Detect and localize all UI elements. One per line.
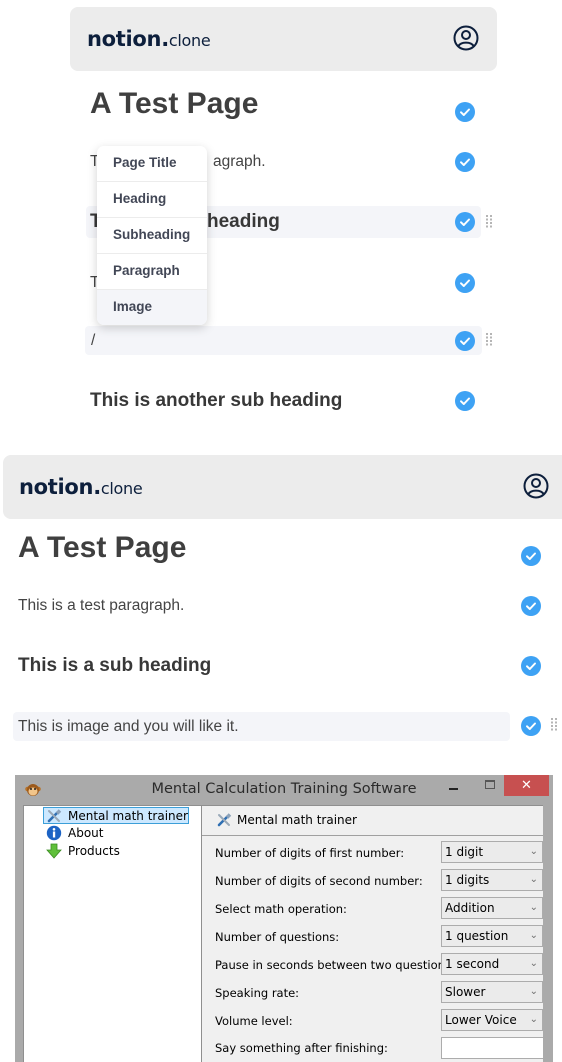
close-button[interactable]: ✕ — [504, 775, 549, 796]
window-title: Mental Calculation Training Software — [151, 781, 417, 797]
paragraph-block[interactable]: This is image and you will like it. — [18, 718, 239, 736]
chevron-down-icon: ⌄ — [529, 930, 538, 941]
check-icon[interactable] — [455, 212, 475, 232]
question-count-select[interactable]: 1 question ⌄ — [441, 925, 543, 947]
check-icon[interactable] — [521, 546, 541, 566]
menu-item-page-title[interactable]: Page Title — [97, 146, 207, 182]
mental-calculation-window: Mental Calculation Training Software ✕ M… — [15, 775, 553, 1062]
setting-label: Select math operation: — [215, 902, 347, 916]
download-arrow-icon — [46, 843, 63, 859]
select-value: 1 second — [445, 957, 500, 971]
active-block-highlight — [85, 326, 482, 355]
volume-level-select[interactable]: Lower Voice ⌄ — [441, 1009, 543, 1031]
tools-icon — [216, 812, 233, 828]
user-avatar-icon[interactable] — [453, 25, 479, 51]
check-icon[interactable] — [455, 391, 475, 411]
block-type-menu: Page Title Heading Subheading Paragraph … — [97, 146, 207, 325]
subheading-block[interactable]: This is another sub heading — [90, 390, 342, 412]
navbar: notion.clone — [70, 7, 497, 71]
navigation-tree: Mental math trainer About Products — [23, 805, 202, 1062]
brand-sub: clone — [100, 479, 143, 498]
page-title-block[interactable]: A Test Page — [18, 531, 186, 565]
chevron-down-icon: ⌄ — [529, 986, 538, 997]
info-icon — [46, 825, 63, 841]
tree-item-label: About — [68, 826, 104, 840]
subheading-block[interactable]: This is a sub heading — [18, 655, 211, 677]
menu-item-subheading[interactable]: Subheading — [97, 218, 207, 254]
select-value: Lower Voice — [445, 1013, 517, 1027]
check-icon[interactable] — [455, 331, 475, 351]
paragraph-block[interactable]: This is a test paragraph. — [18, 597, 184, 615]
check-icon[interactable] — [455, 102, 475, 122]
tree-item-label: Mental math trainer — [68, 809, 188, 823]
drag-handle-icon[interactable] — [486, 215, 493, 228]
finish-message-input[interactable] — [441, 1037, 543, 1059]
select-value: 1 digits — [445, 873, 490, 887]
panel-header-label: Mental math trainer — [237, 813, 357, 827]
brand-logo[interactable]: notion.clone — [19, 475, 143, 499]
check-icon[interactable] — [521, 716, 541, 736]
math-operation-select[interactable]: Addition ⌄ — [441, 897, 543, 919]
settings-panel: Mental math trainer Number of digits of … — [202, 805, 543, 1062]
paragraph-block-tail[interactable]: agraph. — [213, 153, 266, 171]
setting-label: Speaking rate: — [215, 986, 300, 1000]
select-value: Addition — [445, 901, 495, 915]
navbar: notion.clone — [3, 455, 562, 519]
chevron-down-icon: ⌄ — [529, 902, 538, 913]
check-icon[interactable] — [521, 596, 541, 616]
setting-label: Say something after finishing: — [215, 1041, 388, 1055]
tree-item-label: Products — [68, 844, 120, 858]
speaking-rate-select[interactable]: Slower ⌄ — [441, 981, 543, 1003]
page-title-block[interactable]: A Test Page — [90, 87, 258, 121]
chevron-down-icon: ⌄ — [529, 874, 538, 885]
brand-sub: clone — [168, 31, 211, 50]
user-avatar-icon[interactable] — [523, 473, 549, 499]
check-icon[interactable] — [455, 273, 475, 293]
slash-command-input[interactable]: / — [91, 332, 95, 350]
brand-logo[interactable]: notion.clone — [87, 27, 211, 51]
drag-handle-icon[interactable] — [486, 333, 493, 346]
check-icon[interactable] — [455, 152, 475, 172]
select-value: 1 digit — [445, 845, 484, 859]
chevron-down-icon: ⌄ — [529, 1014, 538, 1025]
subheading-block-tail[interactable]: heading — [207, 211, 280, 233]
setting-label: Volume level: — [215, 1014, 293, 1028]
panel-header: Mental math trainer — [202, 806, 543, 836]
tree-item-mental-math-trainer[interactable]: Mental math trainer — [43, 807, 189, 824]
window-titlebar[interactable]: Mental Calculation Training Software ✕ — [15, 775, 553, 805]
first-number-digits-select[interactable]: 1 digit ⌄ — [441, 841, 543, 863]
minimize-button[interactable] — [439, 775, 469, 796]
setting-label: Number of digits of second number: — [215, 874, 423, 888]
check-icon[interactable] — [521, 656, 541, 676]
pause-seconds-select[interactable]: 1 second ⌄ — [441, 953, 543, 975]
select-value: Slower — [445, 985, 486, 999]
menu-item-paragraph[interactable]: Paragraph — [97, 254, 207, 290]
tree-item-products[interactable]: Products — [44, 843, 120, 860]
chevron-down-icon: ⌄ — [529, 846, 538, 857]
tools-icon — [46, 808, 63, 824]
brand-main: notion. — [19, 475, 101, 499]
setting-label: Pause in seconds between two questions: — [215, 958, 455, 972]
drag-handle-icon[interactable] — [551, 718, 558, 731]
setting-label: Number of questions: — [215, 930, 340, 944]
brand-main: notion. — [87, 27, 169, 51]
second-number-digits-select[interactable]: 1 digits ⌄ — [441, 869, 543, 891]
select-value: 1 question — [445, 929, 509, 943]
tree-item-about[interactable]: About — [44, 825, 103, 842]
menu-item-heading[interactable]: Heading — [97, 182, 207, 218]
maximize-button[interactable] — [475, 775, 505, 796]
setting-label: Number of digits of first number: — [215, 846, 405, 860]
chevron-down-icon: ⌄ — [529, 958, 538, 969]
menu-item-image[interactable]: Image — [97, 290, 207, 325]
